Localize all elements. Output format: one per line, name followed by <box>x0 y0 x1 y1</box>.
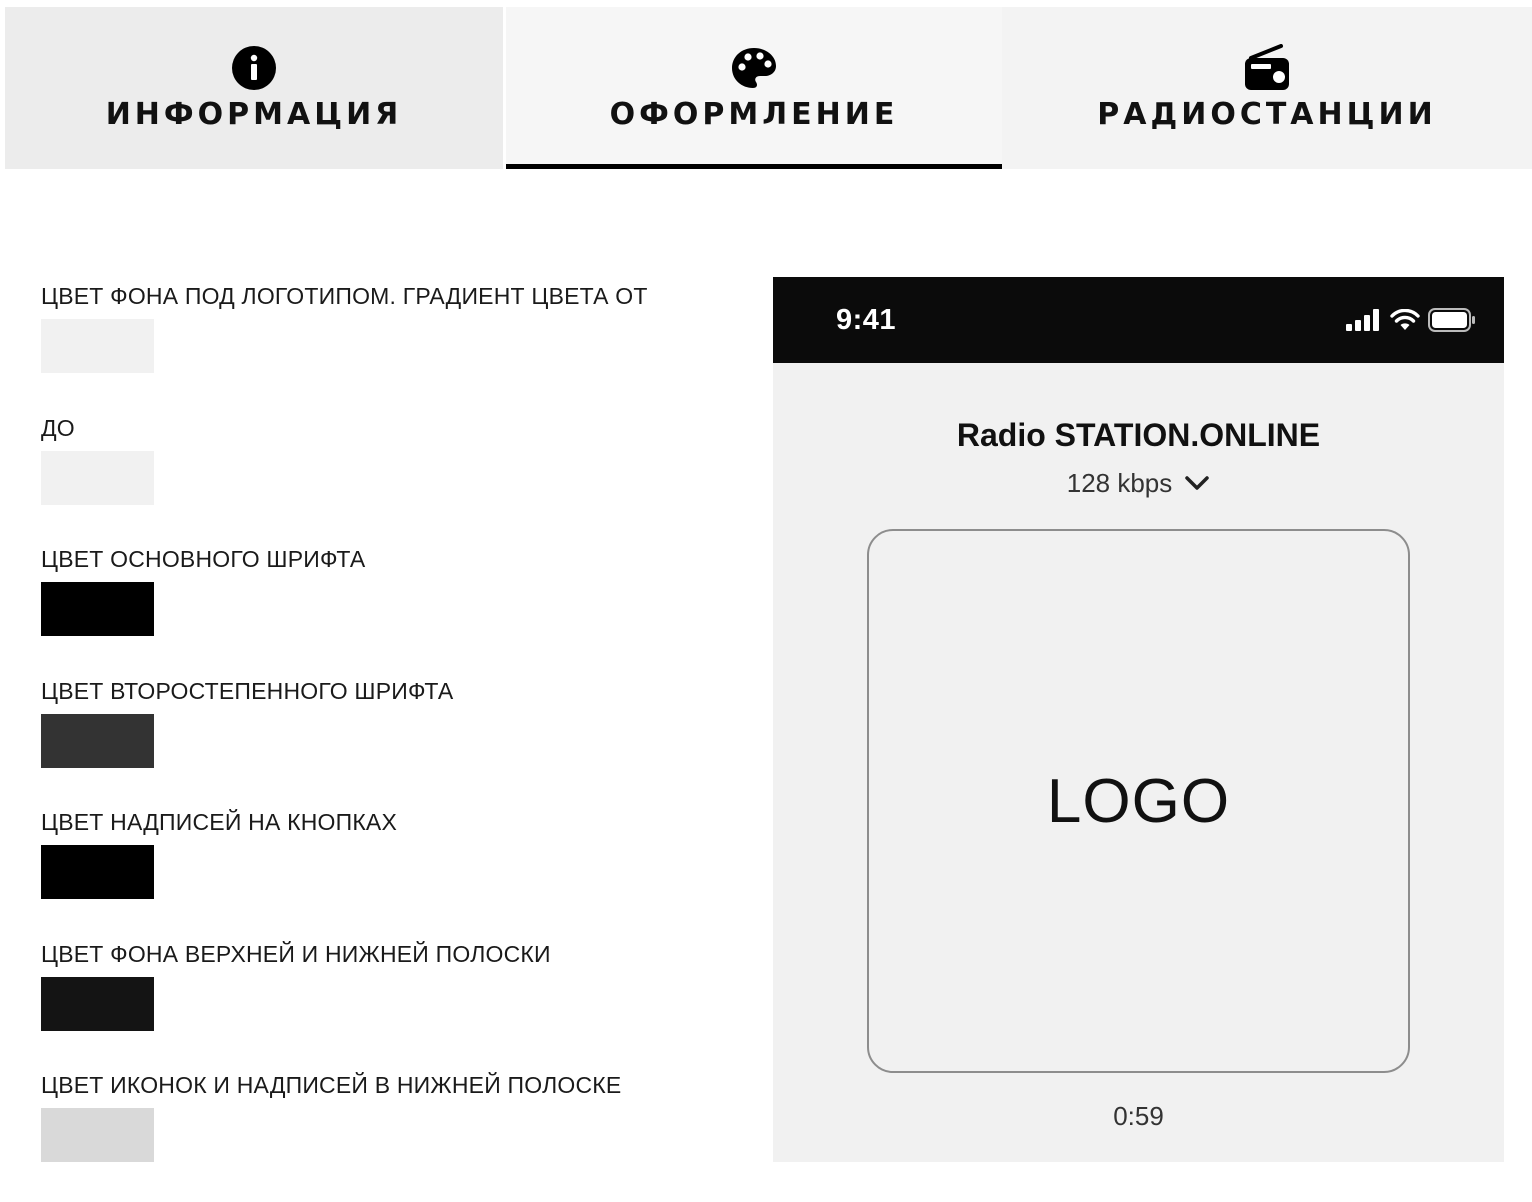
setting-label: ЦВЕТ ФОНА ПОД ЛОГОТИПОМ. ГРАДИЕНТ ЦВЕТА … <box>41 283 648 309</box>
setting-bar-background-color: ЦВЕТ ФОНА ВЕРХНЕЙ И НИЖНЕЙ ПОЛОСКИ <box>41 939 741 1071</box>
color-swatch[interactable] <box>41 713 154 768</box>
tab-label: ОФОРМЛЕНИЕ <box>609 97 899 132</box>
setting-secondary-font-color: ЦВЕТ ВТОРОСТЕПЕННОГО ШРИФТА <box>41 676 741 808</box>
color-swatch[interactable] <box>41 450 154 505</box>
setting-label: ЦВЕТ ВТОРОСТЕПЕННОГО ШРИФТА <box>41 677 454 704</box>
setting-logo-gradient-to: ДО <box>41 413 741 545</box>
tab-label: РАДИОСТАНЦИИ <box>1097 97 1437 132</box>
bitrate-selector[interactable]: 128 kbps <box>773 468 1504 499</box>
logo-text: LOGO <box>1046 766 1231 836</box>
tab-label: ИНФОРМАЦИЯ <box>105 97 403 132</box>
setting-label: ЦВЕТ НАДПИСЕЙ НА КНОПКАХ <box>41 809 398 835</box>
color-swatch[interactable] <box>41 1108 154 1162</box>
active-tab-indicator <box>506 164 1002 169</box>
phone-preview: 9:41 Radio STATION.ONLINE 128 kbps LOGO … <box>773 277 1504 1162</box>
station-title: Radio STATION.ONLINE <box>956 417 1321 453</box>
status-icons <box>1346 308 1476 337</box>
setting-primary-font-color: ЦВЕТ ОСНОВНОГО ШРИФТА <box>41 544 741 676</box>
color-swatch[interactable] <box>41 582 154 636</box>
setting-label: ЦВЕТ ИКОНОК И НАДПИСЕЙ В НИЖНЕЙ ПОЛОСКЕ <box>41 1072 622 1098</box>
tab-information[interactable]: ИНФОРМАЦИЯ <box>5 7 503 169</box>
cellular-signal-icon <box>1346 309 1382 336</box>
bitrate-label: 128 kbps <box>1066 468 1173 498</box>
setting-label: ЦВЕТ ОСНОВНОГО ШРИФТА <box>41 546 366 572</box>
color-swatch[interactable] <box>41 976 154 1031</box>
logo-placeholder: LOGO <box>867 529 1410 1073</box>
battery-icon <box>1428 308 1476 337</box>
color-swatch[interactable] <box>41 319 154 373</box>
color-settings-list: ЦВЕТ ФОНА ПОД ЛОГОТИПОМ. ГРАДИЕНТ ЦВЕТА … <box>41 281 741 1202</box>
palette-icon <box>730 45 778 91</box>
elapsed-time: 0:59 <box>1113 1101 1164 1131</box>
tab-design[interactable]: ОФОРМЛЕНИЕ <box>506 7 1002 169</box>
color-swatch[interactable] <box>41 845 154 899</box>
chevron-down-icon <box>1184 468 1210 499</box>
radio-icon <box>1243 44 1291 91</box>
setting-logo-gradient-from: ЦВЕТ ФОНА ПОД ЛОГОТИПОМ. ГРАДИЕНТ ЦВЕТА … <box>41 281 741 413</box>
setting-bottom-bar-icons-color: ЦВЕТ ИКОНОК И НАДПИСЕЙ В НИЖНЕЙ ПОЛОСКЕ <box>41 1070 741 1202</box>
tab-bar: ИНФОРМАЦИЯ ОФОРМЛЕНИЕ РАДИОСТАНЦИИ <box>5 7 1532 169</box>
status-time: 9:41 <box>836 304 897 336</box>
setting-label: ДО <box>41 414 75 441</box>
status-bar: 9:41 <box>773 277 1504 363</box>
setting-button-text-color: ЦВЕТ НАДПИСЕЙ НА КНОПКАХ <box>41 807 741 939</box>
setting-label: ЦВЕТ ФОНА ВЕРХНЕЙ И НИЖНЕЙ ПОЛОСКИ <box>41 940 551 967</box>
tab-radio-stations[interactable]: РАДИОСТАНЦИИ <box>1002 7 1532 169</box>
info-icon <box>230 45 278 91</box>
wifi-icon <box>1390 308 1420 336</box>
